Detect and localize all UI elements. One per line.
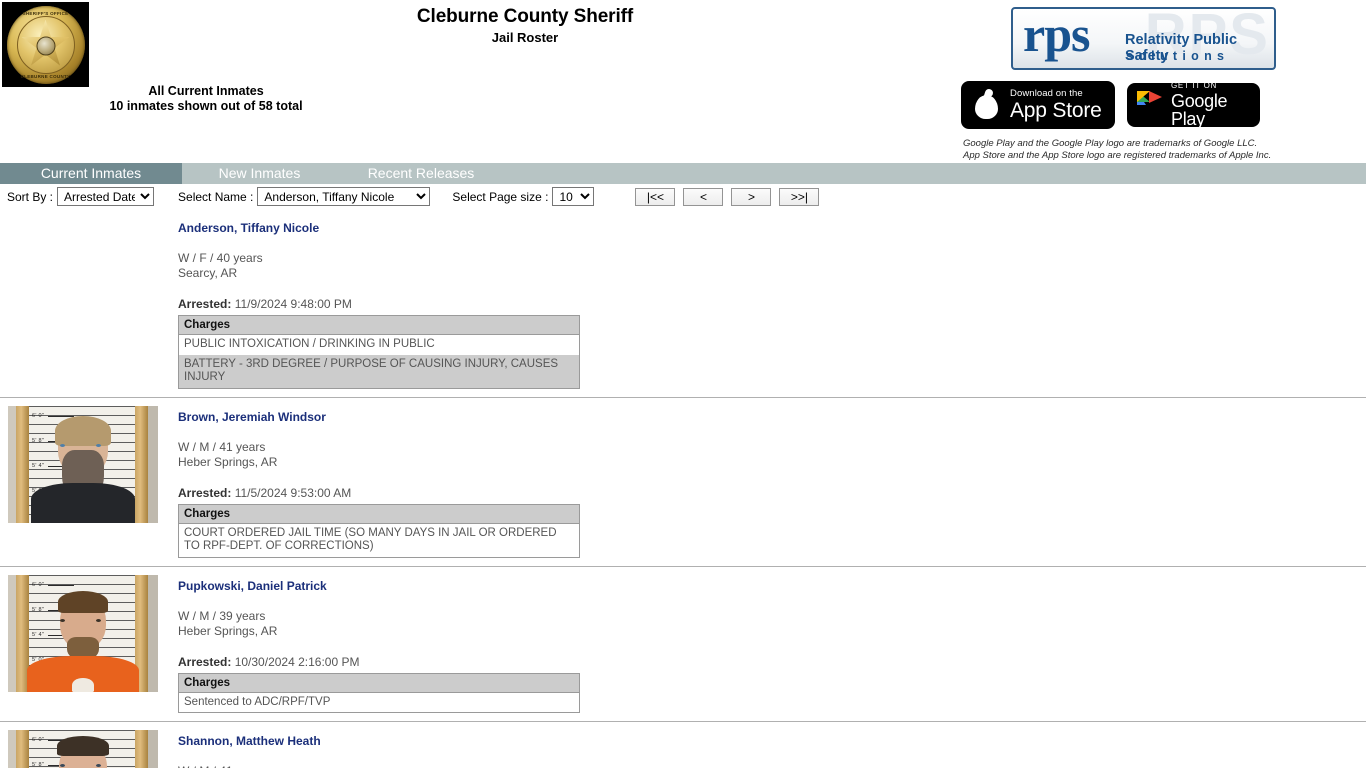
arrested-line: Arrested: 11/9/2024 9:48:00 PM bbox=[178, 297, 1366, 311]
inmate-name-link[interactable]: Pupkowski, Daniel Patrick bbox=[178, 579, 1366, 593]
inmate-count-block: All Current Inmates 10 inmates shown out… bbox=[56, 84, 356, 113]
rps-wordmark: rps bbox=[1023, 7, 1090, 62]
arrested-label: Arrested: bbox=[178, 654, 232, 669]
sort-by-label: Sort By : bbox=[7, 189, 54, 204]
charge-text: COURT ORDERED JAIL TIME (SO MANY DAYS IN… bbox=[178, 523, 580, 557]
rps-tagline-2: solutions bbox=[1126, 49, 1230, 63]
arrested-label: Arrested: bbox=[178, 297, 232, 311]
title-block: Cleburne County Sheriff Jail Roster bbox=[0, 5, 1050, 46]
charges-table: Charges PUBLIC INTOXICATION / DRINKING I… bbox=[178, 315, 580, 389]
photo-cell: 6' 0"5' 8"5' 4"5' 0" bbox=[0, 405, 170, 523]
inmate-row: 6' 0"5' 8"5' 4"5' 0" Pupkowski, Daniel P… bbox=[0, 567, 1366, 722]
charges-column-header: Charges bbox=[178, 504, 580, 524]
photo-cell: 6' 0"5' 8"5' 4"5' 0" bbox=[0, 730, 170, 768]
apple-logo-icon bbox=[972, 88, 1002, 122]
trademark-note: Google Play and the Google Play logo are… bbox=[963, 138, 1271, 161]
app-store-big-label: App Store bbox=[1010, 99, 1102, 123]
inmate-roster: Anderson, Tiffany Nicole W / F / 40 years… bbox=[0, 209, 1366, 768]
filter-bar: Sort By : Arrested DateNameAge Select Na… bbox=[0, 184, 1366, 209]
charge-row: PUBLIC INTOXICATION / DRINKING IN PUBLIC bbox=[178, 334, 580, 355]
inmate-name-link[interactable]: Shannon, Matthew Heath bbox=[178, 734, 1366, 748]
page-header: SHERIFF'S OFFICE CLEBURNE COUNTY Cleburn… bbox=[0, 0, 1366, 163]
app-store-button[interactable]: Download on the App Store bbox=[961, 81, 1115, 129]
count-title: All Current Inmates bbox=[148, 84, 264, 98]
demographics-line: W / M / 41 years bbox=[178, 439, 266, 454]
demographics-block: W / M / 41 yearsHeber Springs, AR bbox=[178, 440, 1366, 470]
tab-recent-releases[interactable]: Recent Releases bbox=[337, 163, 505, 184]
page-size-label: Select Page size : bbox=[452, 189, 549, 204]
prev-page-button[interactable]: < bbox=[683, 187, 724, 206]
charges-column-header: Charges bbox=[178, 315, 580, 335]
location-line: Heber Springs, AR bbox=[178, 454, 278, 469]
google-play-big-label: Google Play bbox=[1171, 91, 1228, 127]
next-page-button[interactable]: > bbox=[731, 187, 772, 206]
page-subtitle: Jail Roster bbox=[491, 30, 559, 45]
page-size-select[interactable]: 102550100 bbox=[552, 187, 595, 206]
demographics-line: W / M / 39 years bbox=[178, 608, 266, 623]
arrested-value: 11/9/2024 9:48:00 PM bbox=[234, 297, 352, 311]
charges-column-header: Charges bbox=[178, 673, 580, 693]
inmate-row: Anderson, Tiffany Nicole W / F / 40 years… bbox=[0, 209, 1366, 398]
inmate-info: Anderson, Tiffany Nicole W / F / 40 years… bbox=[170, 217, 1366, 389]
page-title: Cleburne County Sheriff bbox=[416, 6, 634, 27]
inmate-info: Shannon, Matthew Heath W / M / 41 yearsHe… bbox=[170, 730, 1366, 768]
demographics-line: W / F / 40 years bbox=[178, 251, 263, 265]
arrested-value: 11/5/2024 9:53:00 AM bbox=[234, 485, 352, 500]
select-name-label: Select Name : bbox=[178, 189, 254, 204]
select-name-select[interactable]: Anderson, Tiffany NicoleBrown, Jeremiah … bbox=[257, 187, 431, 206]
tab-new-inmates[interactable]: New Inmates bbox=[182, 163, 337, 184]
arrested-line: Arrested: 11/5/2024 9:53:00 AM bbox=[178, 486, 1366, 500]
location-line: Searcy, AR bbox=[178, 266, 238, 280]
charges-table: Charges COURT ORDERED JAIL TIME (SO MANY… bbox=[178, 503, 580, 558]
mugshot-photo[interactable]: 6' 0"5' 8"5' 4"5' 0" bbox=[8, 730, 158, 768]
charge-row: COURT ORDERED JAIL TIME (SO MANY DAYS IN… bbox=[178, 523, 580, 557]
inmate-row: 6' 0"5' 8"5' 4"5' 0" Shannon, Matthew He… bbox=[0, 722, 1366, 768]
inmate-name-link[interactable]: Brown, Jeremiah Windsor bbox=[178, 410, 1366, 424]
charge-row: BATTERY - 3RD DEGREE / PURPOSE OF CAUSIN… bbox=[178, 354, 580, 388]
tab-current-inmates[interactable]: Current Inmates bbox=[0, 163, 182, 184]
tab-bar: Current Inmates New Inmates Recent Relea… bbox=[0, 163, 1366, 184]
inmate-row: 6' 0"5' 8"5' 4"5' 0" Brown, Jeremiah Win… bbox=[0, 398, 1366, 567]
inmate-info: Brown, Jeremiah Windsor W / M / 41 years H… bbox=[170, 406, 1366, 558]
last-page-button[interactable]: >>| bbox=[779, 187, 820, 206]
arrested-label: Arrested: bbox=[178, 485, 232, 500]
mugshot-photo[interactable]: 6' 0"5' 8"5' 4"5' 0" bbox=[8, 574, 158, 692]
google-play-button[interactable]: GET IT ON Google Play bbox=[1127, 83, 1260, 127]
first-page-button[interactable]: |<< bbox=[635, 187, 676, 206]
mugshot-photo[interactable]: 6' 0"5' 8"5' 4"5' 0" bbox=[8, 405, 158, 523]
arrested-value: 10/30/2024 2:16:00 PM bbox=[234, 654, 360, 669]
google-play-small-label: GET IT ON bbox=[1171, 83, 1218, 90]
charge-text: PUBLIC INTOXICATION / DRINKING IN PUBLIC bbox=[178, 334, 580, 355]
demographics-block: W / M / 41 yearsHeber Springs, AR bbox=[178, 764, 1366, 768]
trademark-line-1: Google Play and the Google Play logo are… bbox=[963, 138, 1258, 149]
app-store-small-label: Download on the bbox=[1010, 87, 1083, 99]
photo-cell: 6' 0"5' 8"5' 4"5' 0" bbox=[0, 574, 170, 692]
rps-logo: RPS rps Relativity Public Safety solutio… bbox=[1011, 7, 1276, 70]
demographics-line: W / M / 41 years bbox=[178, 764, 1366, 768]
charges-table: Charges Sentenced to ADC/RPF/TVP bbox=[178, 672, 580, 713]
inmate-name-link[interactable]: Anderson, Tiffany Nicole bbox=[178, 221, 1366, 235]
charge-text: Sentenced to ADC/RPF/TVP bbox=[178, 692, 580, 713]
demographics-block: W / F / 40 years Searcy, AR bbox=[178, 251, 1366, 281]
trademark-line-2: App Store and the App Store logo are reg… bbox=[963, 149, 1272, 161]
sort-by-select[interactable]: Arrested DateNameAge bbox=[57, 187, 155, 206]
count-detail: 10 inmates shown out of 58 total bbox=[109, 98, 303, 113]
badge-bottom-label: CLEBURNE COUNTY bbox=[20, 74, 71, 79]
inmate-info: Pupkowski, Daniel Patrick W / M / 39 year… bbox=[170, 575, 1366, 713]
charge-text: BATTERY - 3RD DEGREE / PURPOSE OF CAUSIN… bbox=[178, 354, 580, 388]
google-play-icon bbox=[1137, 91, 1163, 119]
demographics-block: W / M / 39 years Heber Springs, AR bbox=[178, 609, 1366, 639]
arrested-line: Arrested: 10/30/2024 2:16:00 PM bbox=[178, 655, 1366, 669]
location-line: Heber Springs, AR bbox=[178, 623, 278, 638]
charge-row: Sentenced to ADC/RPF/TVP bbox=[178, 692, 580, 713]
